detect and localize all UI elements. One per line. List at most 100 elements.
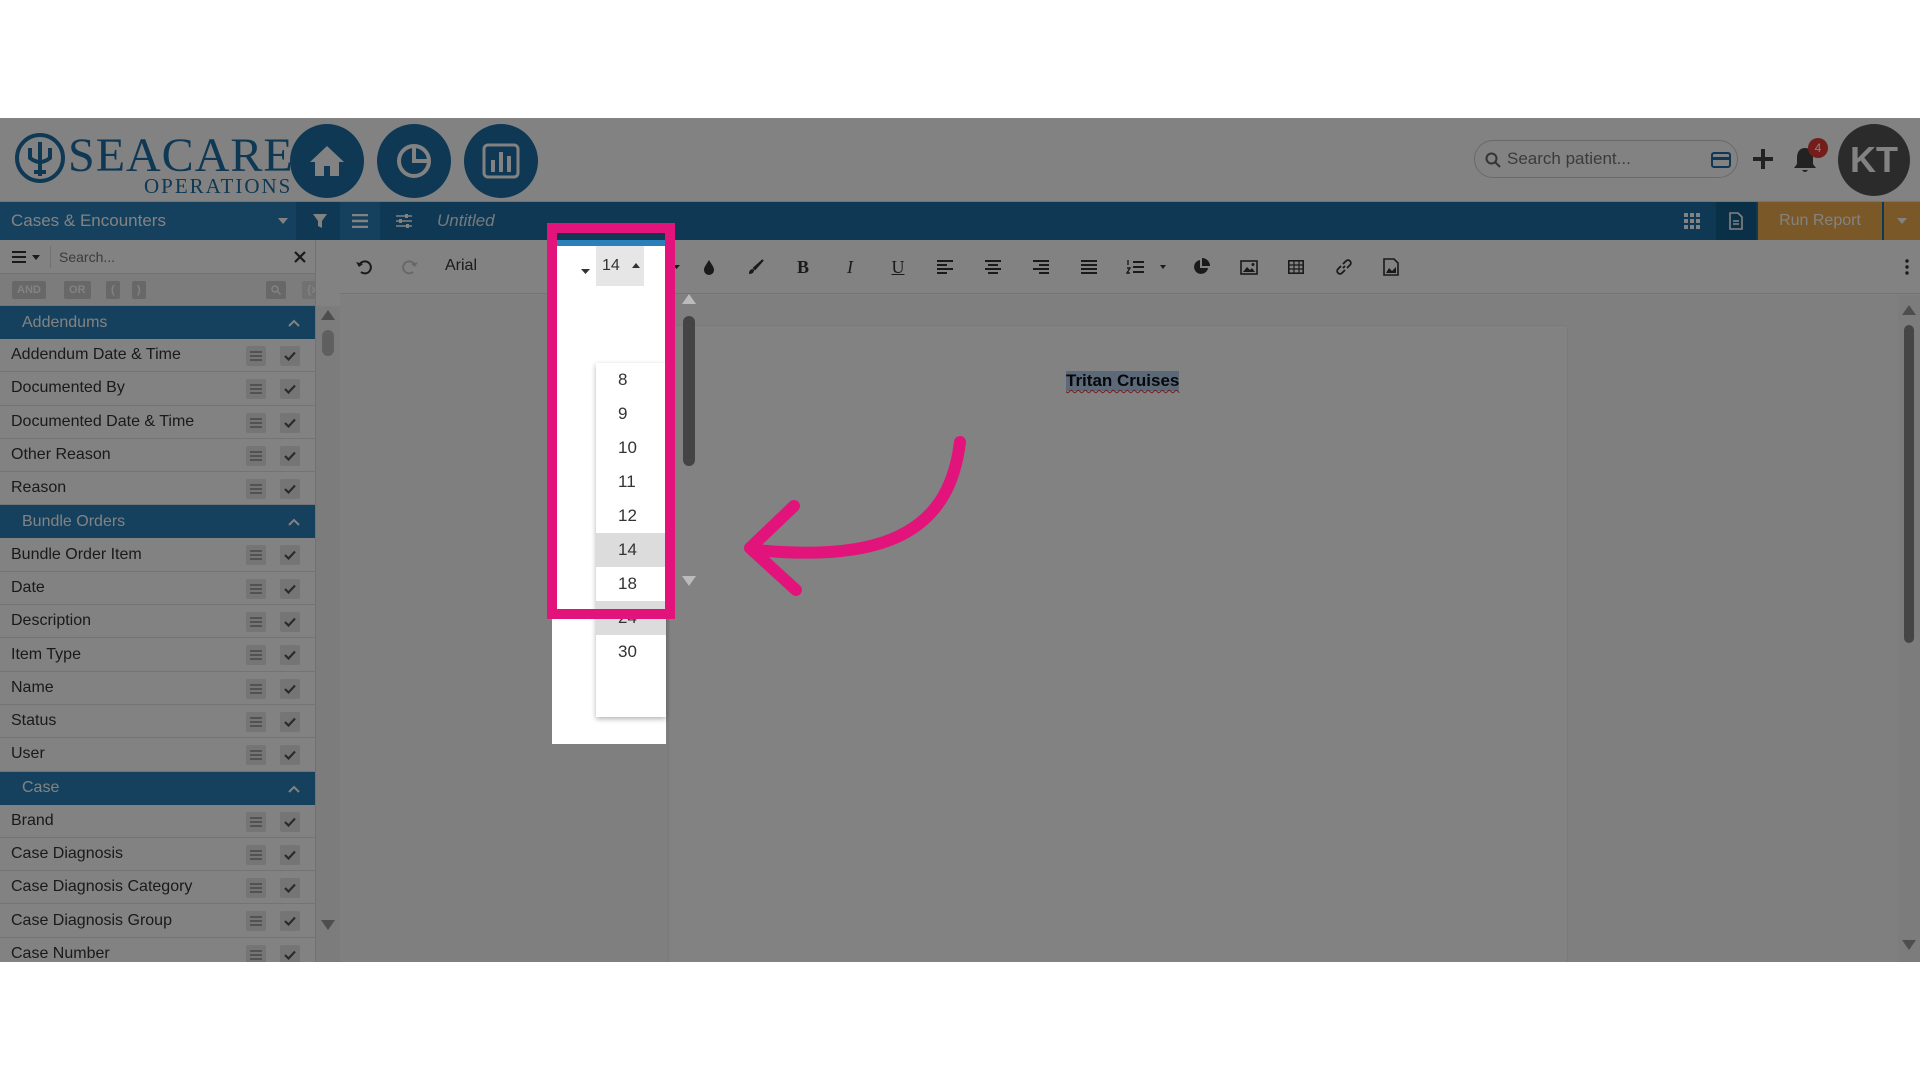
- menu-dropdown-icon[interactable]: [12, 250, 40, 264]
- user-avatar[interactable]: KT: [1838, 124, 1910, 196]
- scroll-up-arrow-icon[interactable]: [1902, 305, 1916, 315]
- field-include-checkbox[interactable]: [280, 711, 300, 732]
- font-size-option[interactable]: 30: [596, 635, 666, 669]
- open-paren-button[interactable]: (: [106, 281, 120, 299]
- italic-button[interactable]: I: [837, 254, 863, 280]
- add-plus-icon[interactable]: [1752, 148, 1774, 170]
- field-filter-button[interactable]: [246, 346, 266, 366]
- scroll-down-arrow-icon[interactable]: [682, 576, 696, 586]
- canvas-scrollbar-thumb[interactable]: [1904, 325, 1914, 643]
- field-filter-button[interactable]: [246, 811, 266, 832]
- field-list-item[interactable]: Date: [0, 571, 315, 606]
- reports-nav-button[interactable]: [464, 124, 538, 198]
- field-list-item[interactable]: Item Type: [0, 638, 315, 672]
- insert-table-button[interactable]: [1283, 254, 1309, 280]
- text-color-button[interactable]: [696, 254, 722, 280]
- scroll-down-arrow-icon[interactable]: [321, 920, 335, 930]
- field-filter-button[interactable]: [246, 479, 266, 500]
- field-list-item[interactable]: Name: [0, 671, 315, 705]
- settings-sliders-button[interactable]: [384, 202, 424, 240]
- field-list-item[interactable]: User: [0, 738, 315, 772]
- grid-view-button[interactable]: [1672, 202, 1712, 240]
- field-filter-button[interactable]: [246, 578, 266, 599]
- underline-button[interactable]: U: [885, 254, 911, 280]
- bold-button[interactable]: B: [790, 254, 816, 280]
- filter-button[interactable]: [300, 202, 340, 240]
- field-group-header[interactable]: Bundle Orders: [0, 505, 315, 539]
- more-options-button[interactable]: [1894, 254, 1920, 280]
- document-heading-text[interactable]: Tritan Cruises: [1066, 371, 1180, 391]
- sidebar-scrollbar-track[interactable]: [316, 306, 340, 962]
- field-include-checkbox[interactable]: [280, 678, 300, 699]
- insert-link-button[interactable]: [1331, 254, 1357, 280]
- field-list-item[interactable]: Case Diagnosis: [0, 837, 315, 872]
- field-list-item[interactable]: Other Reason: [0, 438, 315, 473]
- field-include-checkbox[interactable]: [280, 578, 300, 599]
- field-list-item[interactable]: Case Number: [0, 937, 315, 962]
- canvas-scrollbar-track[interactable]: [1898, 295, 1920, 962]
- scroll-up-arrow-icon[interactable]: [682, 294, 696, 304]
- close-icon[interactable]: [294, 251, 306, 263]
- field-filter-button[interactable]: [246, 412, 266, 433]
- field-list-item[interactable]: Reason: [0, 472, 315, 506]
- field-search-input[interactable]: [50, 246, 290, 268]
- field-include-checkbox[interactable]: [280, 745, 300, 766]
- field-filter-button[interactable]: [246, 911, 266, 932]
- field-include-checkbox[interactable]: [280, 844, 300, 865]
- field-filter-button[interactable]: [246, 545, 266, 566]
- field-include-checkbox[interactable]: [280, 878, 300, 899]
- or-operator-button[interactable]: OR: [64, 281, 91, 299]
- list-view-button[interactable]: [340, 202, 380, 240]
- font-size-dropdown-scrollbar[interactable]: [680, 294, 698, 590]
- id-card-icon[interactable]: [1711, 152, 1731, 168]
- field-filter-button[interactable]: [246, 878, 266, 899]
- field-filter-button[interactable]: [246, 944, 266, 962]
- seacare-logo[interactable]: SEACARE OPERATIONS: [14, 128, 293, 198]
- field-list-item[interactable]: Case Diagnosis Category: [0, 871, 315, 905]
- expression-button[interactable]: {x}: [302, 281, 315, 299]
- field-include-checkbox[interactable]: [280, 612, 300, 633]
- patient-search-input[interactable]: [1507, 148, 1697, 170]
- redo-button[interactable]: [397, 254, 423, 280]
- align-right-button[interactable]: [1028, 254, 1054, 280]
- report-title[interactable]: Untitled: [437, 211, 495, 231]
- field-include-checkbox[interactable]: [280, 545, 300, 566]
- field-filter-button[interactable]: [246, 645, 266, 666]
- document-page[interactable]: Tritan Cruises: [669, 326, 1567, 962]
- dashboard-nav-button[interactable]: [377, 124, 451, 198]
- document-view-button[interactable]: [1716, 202, 1756, 240]
- justify-button[interactable]: [1076, 254, 1102, 280]
- field-list-item[interactable]: Documented Date & Time: [0, 405, 315, 439]
- field-include-checkbox[interactable]: [280, 445, 300, 466]
- run-report-options-button[interactable]: [1884, 202, 1920, 240]
- insert-chart-button[interactable]: [1188, 254, 1214, 280]
- field-list-item[interactable]: Status: [0, 704, 315, 739]
- field-list-item[interactable]: Brand: [0, 804, 315, 838]
- and-operator-button[interactable]: AND: [12, 281, 46, 299]
- highlight-brush-button[interactable]: [743, 254, 769, 280]
- field-filter-button[interactable]: [246, 678, 266, 699]
- run-report-button[interactable]: Run Report: [1758, 202, 1882, 240]
- field-filter-button[interactable]: [246, 711, 266, 732]
- numbered-list-button[interactable]: [1124, 254, 1168, 280]
- field-group-header[interactable]: Case: [0, 771, 315, 805]
- align-center-button[interactable]: [980, 254, 1006, 280]
- sidebar-scrollbar-thumb[interactable]: [322, 330, 334, 356]
- insert-page-image-button[interactable]: [1378, 254, 1404, 280]
- field-list-item[interactable]: Bundle Order Item: [0, 538, 315, 572]
- field-list-item[interactable]: Documented By: [0, 372, 315, 406]
- field-include-checkbox[interactable]: [280, 412, 300, 433]
- field-include-checkbox[interactable]: [280, 479, 300, 500]
- field-list-item[interactable]: Description: [0, 605, 315, 639]
- insert-image-button[interactable]: [1236, 254, 1262, 280]
- field-include-checkbox[interactable]: [280, 645, 300, 666]
- field-include-checkbox[interactable]: [280, 811, 300, 832]
- field-filter-button[interactable]: [246, 844, 266, 865]
- field-group-header[interactable]: Addendums: [0, 306, 315, 339]
- close-paren-button[interactable]: ): [132, 281, 146, 299]
- field-filter-button[interactable]: [246, 445, 266, 466]
- scroll-up-arrow-icon[interactable]: [321, 310, 335, 320]
- scroll-down-arrow-icon[interactable]: [1902, 940, 1916, 950]
- field-filter-button[interactable]: [246, 745, 266, 766]
- font-size-scrollbar-thumb[interactable]: [683, 316, 695, 466]
